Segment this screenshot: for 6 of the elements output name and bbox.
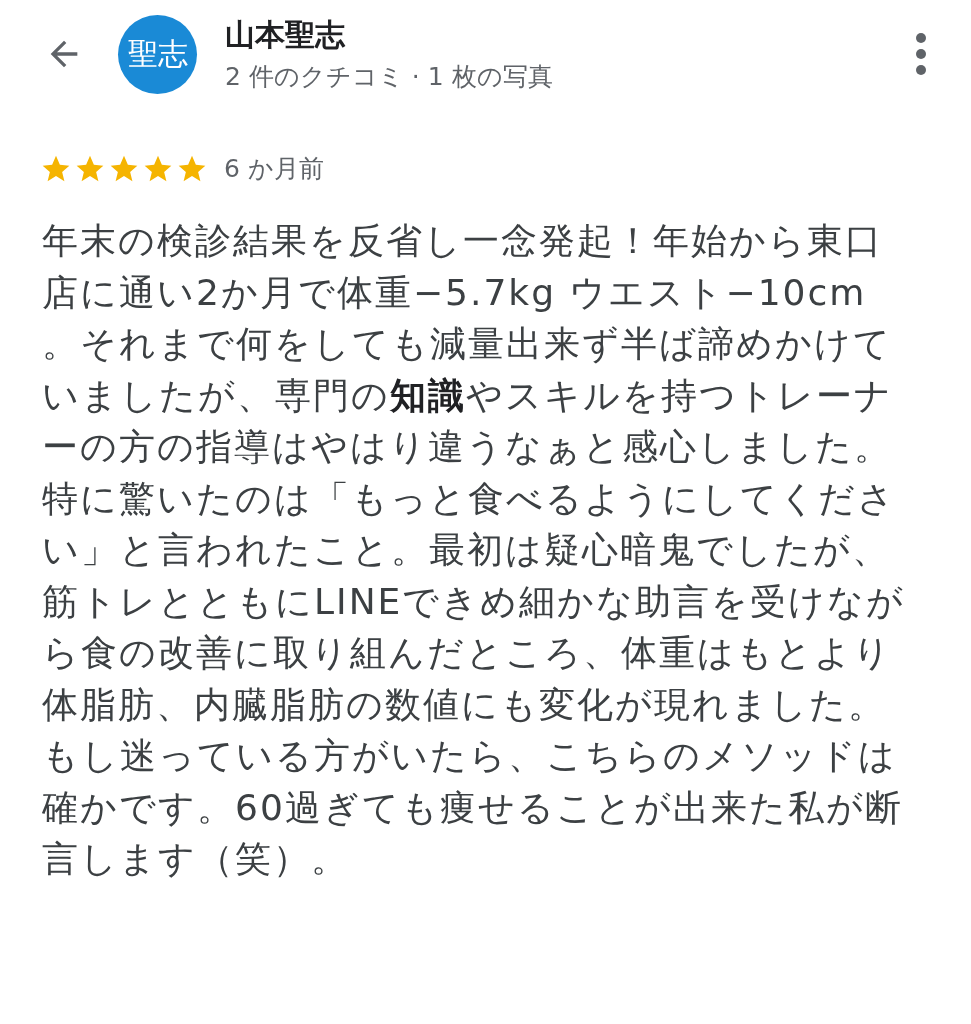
avatar: 聖志 — [118, 14, 197, 94]
review-time: 6 か月前 — [224, 153, 324, 185]
more-options-icon — [915, 32, 927, 76]
review-text: 年末の検診結果を反省し一念発起！年始から東口店に通い2か月で体重−5.7kg ウエスト−10cm 。それまで何をしても減量出来ず半ば諦めかけていましたが、専門の知識やスキルを持つトレーナーの方の指導はやはり違うなぁと感心しました。特に驚いたのは「もっと食べるようにしてください」と言われたこと。最初は疑心暗鬼でしたが、筋トレとともにLINEできめ細かな助言を受けながら食の改善に取り組んだところ、体重はもとより体脂肪、内臓脂肪の数値にも変化が現れました。もし迷っている方がいたら、こちらのメソッドは確かです。60過ぎても痩せることが出来た私が断言します（笑）。 — [42, 219, 907, 881]
reviewer-stats: 2 件のクチコミ · 1 枚の写真 — [225, 61, 554, 93]
reviewer-name: 山本聖志 — [225, 16, 346, 54]
